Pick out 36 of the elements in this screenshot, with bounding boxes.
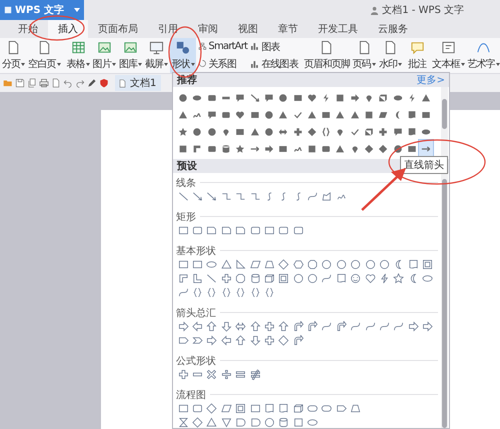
ribbon-button[interactable]: 图表: [249, 40, 300, 54]
ribbon-button[interactable]: 形状: [170, 38, 196, 73]
tab[interactable]: 云服务: [368, 20, 418, 38]
ribbon-button[interactable]: 空白页: [27, 38, 62, 73]
tab[interactable]: 引用: [148, 20, 188, 38]
category-label: 矩形: [176, 210, 196, 224]
ribbon-button[interactable]: 分页: [1, 38, 26, 73]
ribbon-button[interactable]: 水印: [378, 38, 403, 73]
category-label: 箭头总汇: [176, 306, 216, 320]
window-title: 文档1 - WPS 文字: [382, 4, 464, 17]
tab[interactable]: 章节: [268, 20, 308, 38]
ribbon-button[interactable]: 在线图表: [249, 57, 300, 72]
ribbon-button[interactable]: 页眉和页脚: [303, 38, 351, 73]
ribbon-button[interactable]: 截屏: [144, 38, 170, 73]
ribbon-button[interactable]: 文本框: [431, 38, 466, 73]
tab[interactable]: 开发工具: [308, 20, 368, 38]
ribbon-button[interactable]: 图库: [118, 38, 144, 73]
ribbon-button[interactable]: 关系图: [196, 56, 248, 70]
tab[interactable]: 视图: [228, 20, 268, 38]
tab[interactable]: 审阅: [188, 20, 228, 38]
tab[interactable]: 页面布局: [88, 20, 148, 38]
ribbon-button[interactable]: 表格: [66, 38, 91, 73]
category-label: 流程图: [176, 388, 206, 402]
ribbon-button[interactable]: 页码: [352, 38, 377, 73]
category-label: 公式形状: [176, 354, 216, 368]
section-title: 预设: [177, 160, 197, 173]
ribbon-button[interactable]: 图片: [92, 38, 117, 73]
tooltip: 直线箭头: [400, 156, 448, 174]
app-menu-button[interactable]: WPS 文字: [0, 0, 84, 20]
category-label: 线条: [176, 176, 196, 190]
document-tab[interactable]: 文档1: [115, 75, 161, 91]
ribbon-button[interactable]: 艺术字: [466, 38, 500, 73]
ribbon-button[interactable]: 批注: [407, 38, 428, 73]
category-label: 基本形状: [176, 244, 216, 258]
ribbon-button[interactable]: SmartArt: [196, 40, 248, 52]
tab[interactable]: 插入: [48, 20, 88, 38]
